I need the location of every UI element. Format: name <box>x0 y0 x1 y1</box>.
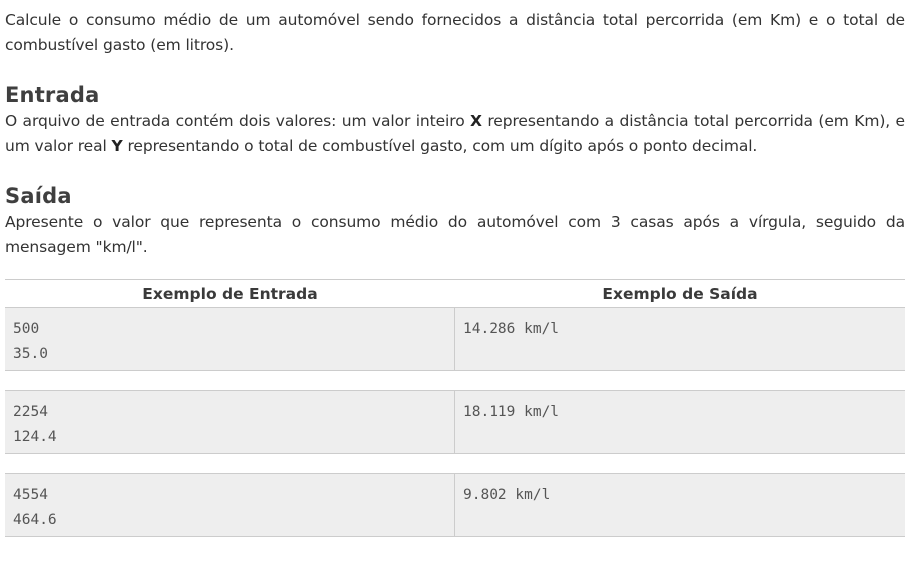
sample-input: 4554 464.6 <box>5 474 455 536</box>
sample-row: 500 35.0 14.286 km/l <box>5 307 905 371</box>
sample-output-header: Exemplo de Saída <box>602 284 758 303</box>
sample-output: 18.119 km/l <box>463 404 560 420</box>
input-text-part-1: O arquivo de entrada contém dois valores… <box>5 112 471 130</box>
problem-page: Calcule o consumo médio de um automóvel … <box>5 0 905 537</box>
sample-input: 2254 124.4 <box>5 391 455 453</box>
input-section-text: O arquivo de entrada contém dois valores… <box>5 109 905 159</box>
samples-table: Exemplo de Entrada Exemplo de Saída 500 … <box>5 279 905 537</box>
output-section-text: Apresente o valor que representa o consu… <box>5 213 905 256</box>
variable-x: X <box>470 112 482 130</box>
variable-y: Y <box>111 137 123 155</box>
sample-output: 9.802 km/l <box>463 487 551 503</box>
sample-input-header: Exemplo de Entrada <box>142 284 318 303</box>
problem-description: Calcule o consumo médio de um automóvel … <box>5 11 905 54</box>
output-section-heading: Saída <box>5 184 72 208</box>
input-text-part-3: representando o total de combustível gas… <box>122 137 758 155</box>
sample-row: 2254 124.4 18.119 km/l <box>5 390 905 454</box>
sample-row: 4554 464.6 9.802 km/l <box>5 473 905 537</box>
samples-header-row: Exemplo de Entrada Exemplo de Saída <box>5 279 905 307</box>
sample-input: 500 35.0 <box>5 308 455 370</box>
sample-output: 14.286 km/l <box>463 321 560 337</box>
input-section-heading: Entrada <box>5 83 100 107</box>
